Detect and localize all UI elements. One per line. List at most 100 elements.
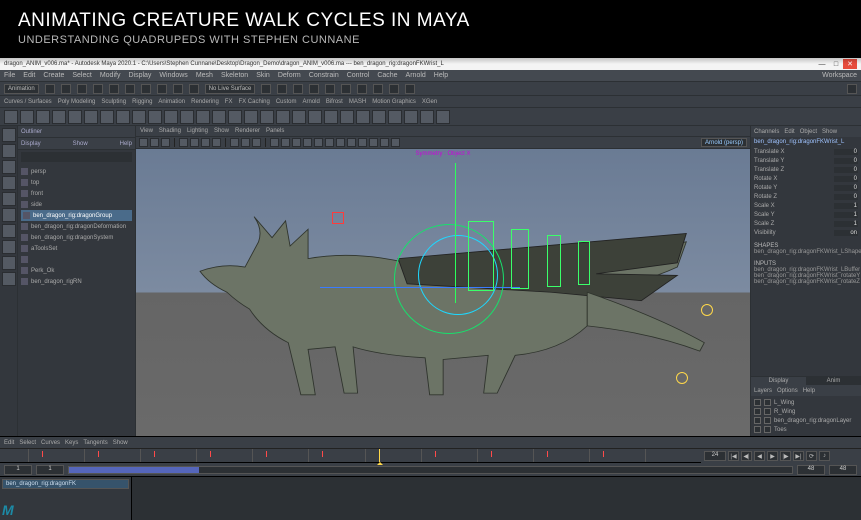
range-slider[interactable] xyxy=(68,466,793,474)
anim-layer-item[interactable]: ben_dragon_rig:dragonFK xyxy=(2,479,129,489)
shelf-icon[interactable] xyxy=(52,110,66,124)
keyframe-icon[interactable] xyxy=(547,451,548,457)
cb-menu[interactable]: Channels xyxy=(754,129,779,135)
status-icon[interactable] xyxy=(293,84,303,94)
shelf-icon[interactable] xyxy=(324,110,338,124)
shelf-icon[interactable] xyxy=(276,110,290,124)
lasso-tool-icon[interactable] xyxy=(2,144,16,158)
layout-icon[interactable] xyxy=(2,240,16,254)
layer-vis-toggle[interactable] xyxy=(754,426,761,433)
status-icon[interactable] xyxy=(389,84,399,94)
range-thumb[interactable] xyxy=(69,467,199,473)
anim-layer-list[interactable]: ben_dragon_rig:dragonFK xyxy=(0,477,132,520)
live-surface-dropdown[interactable]: No Live Surface xyxy=(205,84,256,94)
attr-row[interactable]: Scale Z1 xyxy=(754,219,858,228)
viewport-menu[interactable]: Panels xyxy=(266,128,284,134)
layer-tab[interactable]: Display xyxy=(751,377,806,385)
step-forward-button[interactable]: |▶ xyxy=(780,451,791,461)
layer-row[interactable]: ben_dragon_rig:dragonLayer xyxy=(754,416,858,425)
outliner-item-selected[interactable]: ben_dragon_rig:dragonGroup xyxy=(21,210,132,221)
time-menu[interactable]: Edit xyxy=(4,440,14,446)
channelbox-attrs[interactable]: Translate X0 Translate Y0 Translate Z0 R… xyxy=(751,147,861,237)
time-menu[interactable]: Curves xyxy=(41,440,60,446)
workspace-dropdown[interactable]: Workspace xyxy=(822,72,857,79)
outliner-item[interactable]: ben_dragon_rig:dragonSystem xyxy=(21,232,132,243)
menu-item[interactable]: Modify xyxy=(100,72,121,79)
vp-icon[interactable] xyxy=(161,138,170,147)
status-icon[interactable] xyxy=(77,84,87,94)
start-frame-field[interactable]: 1 xyxy=(36,465,64,475)
status-icon[interactable] xyxy=(45,84,55,94)
attr-row[interactable]: Rotate X0 xyxy=(754,174,858,183)
vp-icon[interactable] xyxy=(391,138,400,147)
shelf-tab[interactable]: Rigging xyxy=(132,99,152,105)
shelf-icon[interactable] xyxy=(244,110,258,124)
vp-icon[interactable] xyxy=(150,138,159,147)
outliner-item[interactable]: top xyxy=(21,177,132,188)
layer-vis-toggle[interactable] xyxy=(754,399,761,406)
shelf-icon[interactable] xyxy=(36,110,50,124)
layer-list[interactable]: L_Wing R_Wing ben_dragon_rig:dragonLayer… xyxy=(751,396,861,436)
loop-button[interactable]: ⟳ xyxy=(806,451,817,461)
viewport-menu[interactable]: Renderer xyxy=(235,128,260,134)
dope-sheet-area[interactable] xyxy=(132,477,861,520)
status-icon[interactable] xyxy=(309,84,319,94)
end-frame-field[interactable]: 48 xyxy=(797,465,825,475)
outliner-item[interactable] xyxy=(21,254,132,265)
layer-row[interactable]: L_Wing xyxy=(754,398,858,407)
cb-menu[interactable]: Show xyxy=(822,129,837,135)
keyframe-icon[interactable] xyxy=(322,451,323,457)
menu-item[interactable]: Constrain xyxy=(309,72,339,79)
vp-icon[interactable] xyxy=(252,138,261,147)
time-menu[interactable]: Tangents xyxy=(83,440,107,446)
anim-layer-editor[interactable]: ben_dragon_rig:dragonFK xyxy=(0,477,861,520)
null-locator[interactable] xyxy=(332,212,344,224)
channelbox-object[interactable]: ben_dragon_rig:dragonFKWrist_L xyxy=(751,137,861,147)
mode-dropdown[interactable]: Animation xyxy=(4,84,39,94)
shelf-icon[interactable] xyxy=(340,110,354,124)
shelf-icon[interactable] xyxy=(292,110,306,124)
shelf-tab[interactable]: Arnold xyxy=(303,99,320,105)
ik-control[interactable] xyxy=(701,304,713,316)
shelf-icon[interactable] xyxy=(196,110,210,124)
shelf-icon[interactable] xyxy=(116,110,130,124)
outliner-item[interactable]: aToolsSet xyxy=(21,243,132,254)
layer-menu[interactable]: Options xyxy=(777,388,798,394)
status-icon[interactable] xyxy=(325,84,335,94)
outliner-item[interactable]: Perk_Ok xyxy=(21,265,132,276)
shelf-icon[interactable] xyxy=(4,110,18,124)
vp-icon[interactable] xyxy=(380,138,389,147)
attr-row[interactable]: Rotate Y0 xyxy=(754,183,858,192)
main-menubar[interactable]: File Edit Create Select Modify Display W… xyxy=(0,70,861,82)
scale-tool-icon[interactable] xyxy=(2,192,16,206)
audio-button[interactable]: ♪ xyxy=(819,451,830,461)
outliner-menubar[interactable]: Display Show Help xyxy=(18,138,135,150)
layer-type-toggle[interactable] xyxy=(764,417,771,424)
outliner-item[interactable]: ben_dragon_rigRN xyxy=(21,276,132,287)
shelf-icon[interactable] xyxy=(436,110,450,124)
layer-type-toggle[interactable] xyxy=(764,408,771,415)
attr-row[interactable]: Scale X1 xyxy=(754,201,858,210)
shelf-icon[interactable] xyxy=(100,110,114,124)
status-icon[interactable] xyxy=(93,84,103,94)
play-forward-button[interactable]: ▶ xyxy=(767,451,778,461)
shelf-icon[interactable] xyxy=(68,110,82,124)
viewport-menu[interactable]: View xyxy=(140,128,153,134)
layout-icon[interactable] xyxy=(2,224,16,238)
menu-item[interactable]: Skeleton xyxy=(221,72,248,79)
shelf-icon[interactable] xyxy=(148,110,162,124)
menu-item[interactable]: Mesh xyxy=(196,72,213,79)
shelf-icon[interactable] xyxy=(420,110,434,124)
viewport-menu[interactable]: Lighting xyxy=(187,128,208,134)
outliner-tree[interactable]: persp top front side ben_dragon_rig:drag… xyxy=(18,164,135,436)
viewport-canvas[interactable]: Symmetry : Object X xyxy=(136,149,750,436)
keyframe-icon[interactable] xyxy=(42,451,43,457)
shelf-icon[interactable] xyxy=(132,110,146,124)
status-icon[interactable] xyxy=(373,84,383,94)
select-tool-icon[interactable] xyxy=(2,128,16,142)
current-frame-field[interactable]: 24 xyxy=(704,451,726,461)
vp-icon[interactable] xyxy=(212,138,221,147)
status-icon[interactable] xyxy=(109,84,119,94)
attr-row[interactable]: Rotate Z0 xyxy=(754,192,858,201)
layout-icon[interactable] xyxy=(2,272,16,286)
